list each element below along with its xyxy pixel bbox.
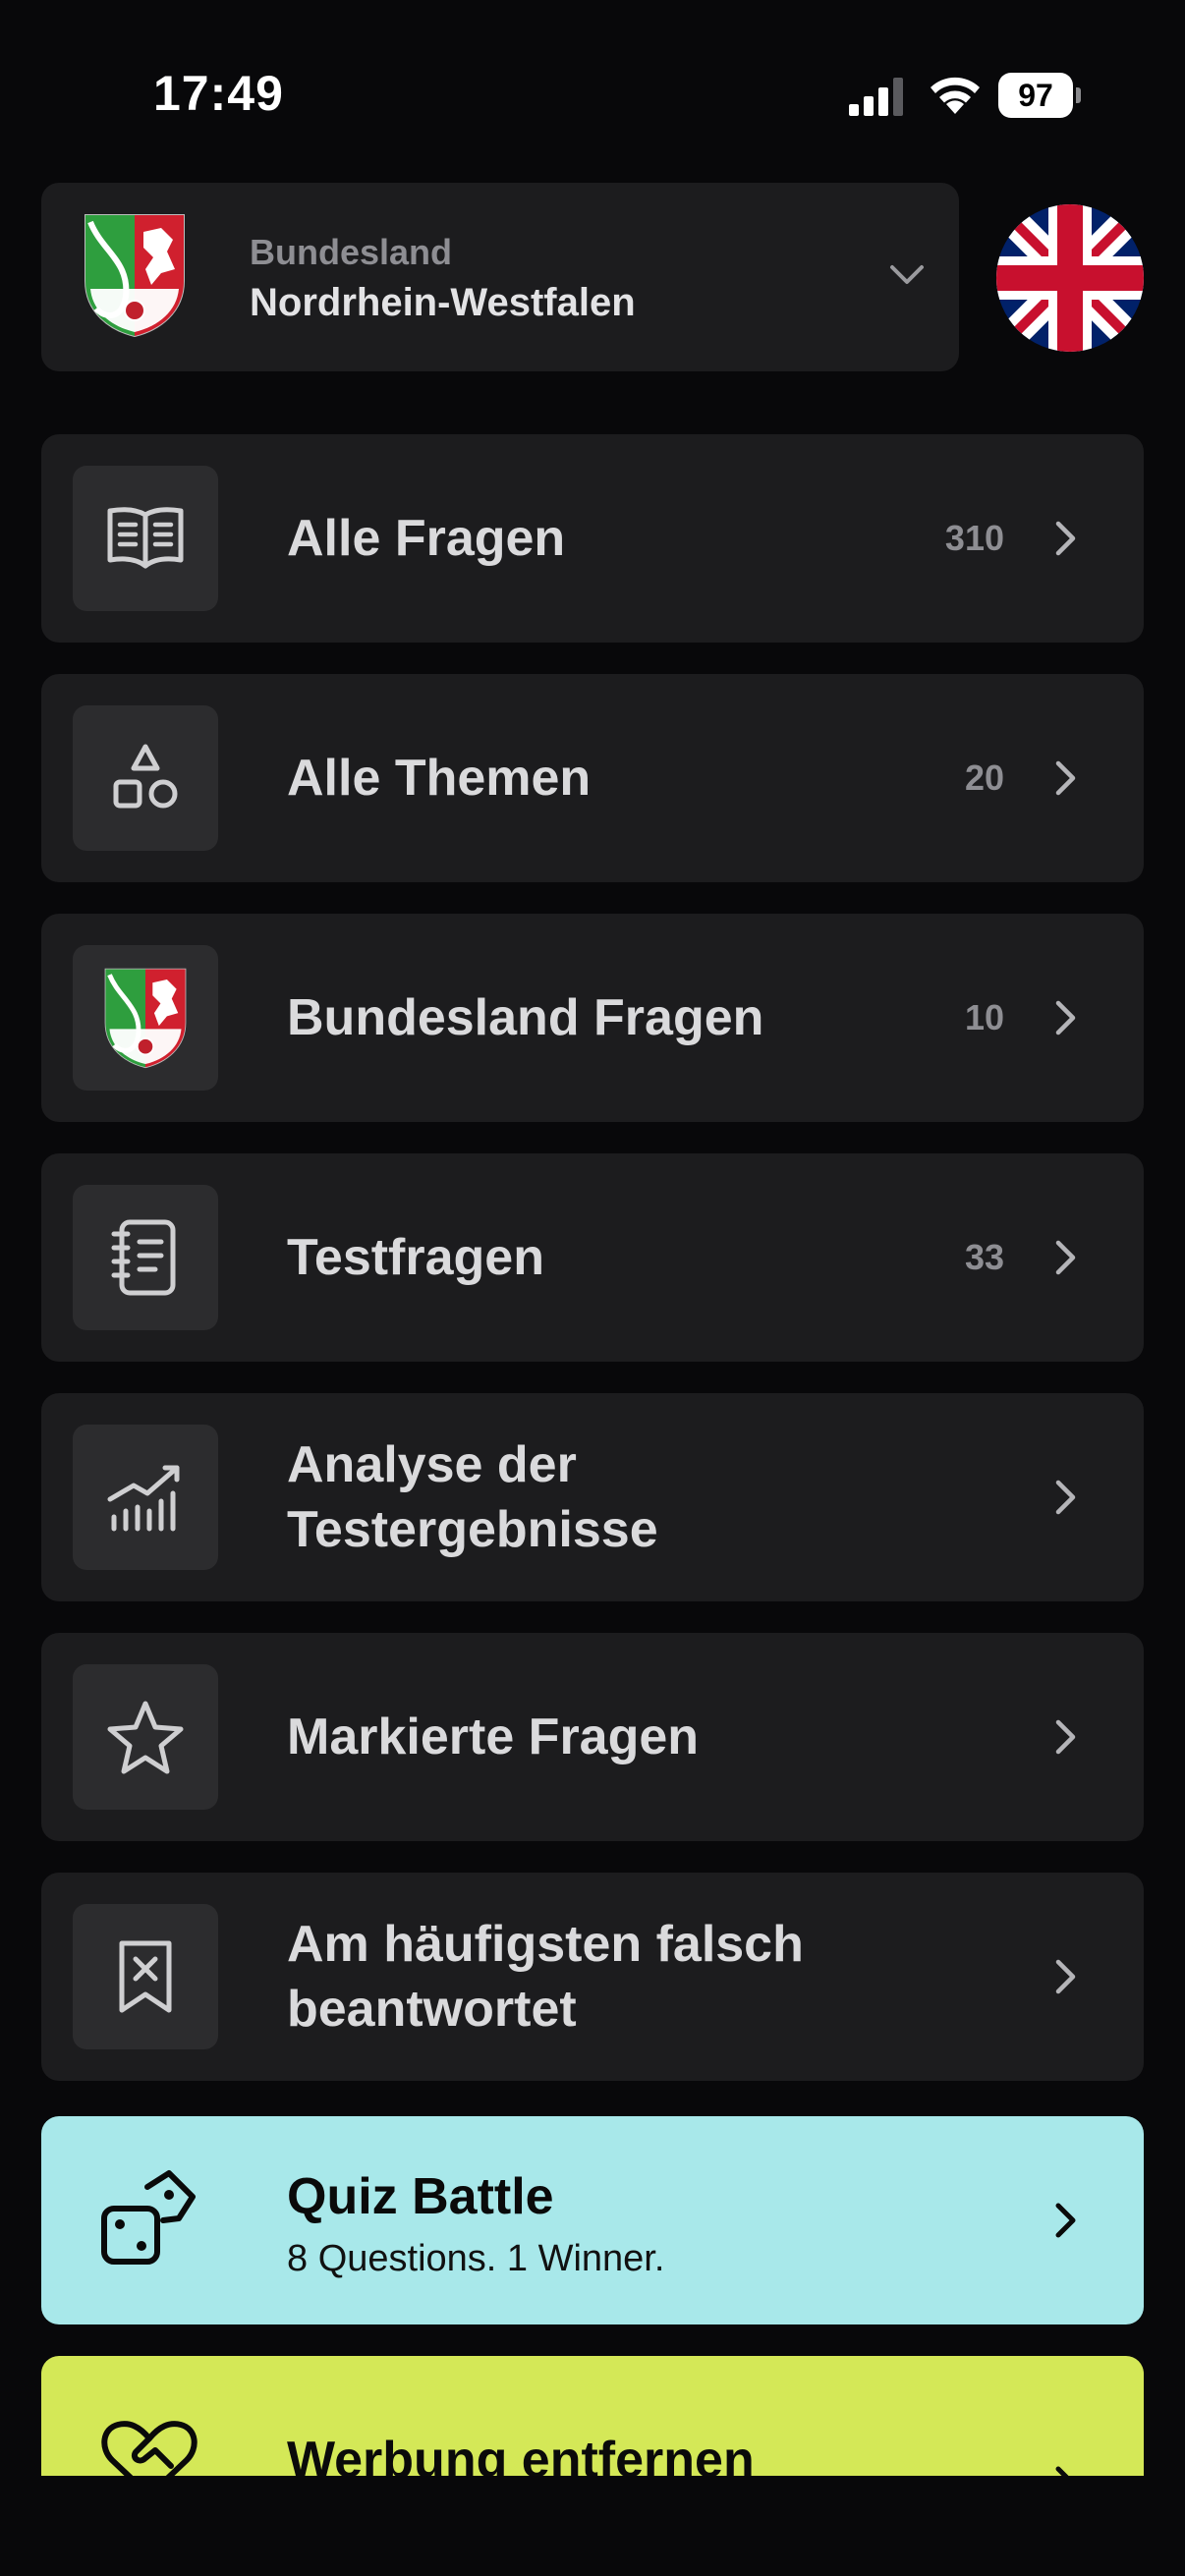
cellular-signal-icon bbox=[849, 78, 903, 116]
menu-item-alle-fragen[interactable]: Alle Fragen 310 bbox=[41, 434, 1144, 643]
card-title-line1: Testfragen bbox=[287, 1229, 544, 1286]
card-title-line1: Analyse der bbox=[287, 1436, 577, 1493]
nrw-coat-of-arms-icon bbox=[85, 214, 185, 338]
card-icon-box bbox=[73, 705, 218, 851]
card-icon-box bbox=[73, 945, 218, 1091]
battery-level: 97 bbox=[998, 73, 1073, 118]
chevron-down-icon bbox=[890, 265, 924, 284]
battery-indicator: 97 bbox=[998, 73, 1081, 118]
chevron-right-icon bbox=[1055, 1959, 1076, 1994]
state-label: Bundesland bbox=[250, 232, 453, 272]
card-title-line1: Bundesland Fragen bbox=[287, 989, 764, 1046]
chevron-right-icon bbox=[1055, 1480, 1076, 1515]
card-title: Bundesland Fragen bbox=[287, 914, 916, 1122]
card-title-line1: Am häufigsten falsch bbox=[287, 1916, 804, 1973]
card-title: Testfragen bbox=[287, 1153, 916, 1362]
card-title-line2: beantwortet bbox=[287, 1981, 577, 2038]
topic-count: 20 bbox=[964, 757, 1004, 798]
quiz-battle-subtitle: 8 Questions. 1 Winner. bbox=[287, 2238, 665, 2279]
card-title-line2: Testergebnisse bbox=[287, 1501, 658, 1558]
state-value: Nordrhein-Westfalen bbox=[250, 281, 636, 324]
chevron-right-icon bbox=[1055, 521, 1076, 556]
card-title-line1: Alle Themen bbox=[287, 750, 592, 807]
uk-flag-icon bbox=[996, 204, 1144, 352]
chevron-right-icon bbox=[1055, 1240, 1076, 1275]
menu-item-markierte-fragen[interactable]: Markierte Fragen bbox=[41, 1633, 1144, 1841]
card-title: Analyse der Testergebnisse bbox=[287, 1393, 916, 1601]
card-title: Alle Themen bbox=[287, 674, 916, 882]
shapes-icon bbox=[113, 744, 178, 809]
card-title: Am häufigsten falsch beantwortet bbox=[287, 1873, 916, 2081]
star-icon bbox=[107, 1701, 184, 1774]
battery-tip bbox=[1076, 87, 1081, 103]
menu-item-testfragen[interactable]: Testfragen 33 bbox=[41, 1153, 1144, 1362]
language-button[interactable] bbox=[996, 204, 1144, 352]
nrw-coat-of-arms-icon bbox=[104, 968, 187, 1069]
card-title: Alle Fragen bbox=[287, 434, 916, 643]
quiz-battle-title: Quiz Battle bbox=[287, 2168, 554, 2225]
chevron-right-icon bbox=[1055, 760, 1076, 796]
chevron-right-icon bbox=[1055, 1000, 1076, 1036]
chart-growth-icon bbox=[107, 1465, 180, 1532]
menu-item-alle-themen[interactable]: Alle Themen 20 bbox=[41, 674, 1144, 882]
chevron-right-icon bbox=[1055, 2203, 1076, 2238]
status-bar: 17:49 97 bbox=[0, 0, 1185, 177]
dice-icon bbox=[101, 2170, 196, 2265]
card-icon-box bbox=[73, 1904, 218, 2049]
notebook-icon bbox=[111, 1219, 176, 1296]
bookmark-x-icon bbox=[119, 1940, 172, 2013]
quiz-battle-card[interactable]: Quiz Battle 8 Questions. 1 Winner. bbox=[41, 2116, 1144, 2324]
card-icon-box bbox=[73, 466, 218, 611]
chevron-right-icon bbox=[1055, 1719, 1076, 1755]
card-icon-box bbox=[73, 1425, 218, 1570]
test-count: 33 bbox=[964, 1237, 1004, 1277]
open-book-icon bbox=[107, 507, 184, 569]
card-icon-box bbox=[73, 1664, 218, 1810]
menu-item-analyse[interactable]: Analyse der Testergebnisse bbox=[41, 1393, 1144, 1601]
menu-item-bundesland-fragen[interactable]: Bundesland Fragen 10 bbox=[41, 914, 1144, 1122]
question-count: 310 bbox=[944, 518, 1004, 558]
card-icon-box bbox=[73, 1185, 218, 1330]
wifi-icon bbox=[931, 77, 980, 114]
status-time: 17:49 bbox=[153, 66, 284, 121]
card-title-line1: Markierte Fragen bbox=[287, 1708, 700, 1765]
card-title: Markierte Fragen bbox=[287, 1633, 916, 1841]
question-count: 10 bbox=[964, 997, 1004, 1037]
home-screen: 17:49 97 Bundesland Nordrhein-Westfalen … bbox=[0, 0, 1185, 2576]
bottom-safe-area bbox=[0, 2476, 1185, 2576]
card-title-line1: Alle Fragen bbox=[287, 510, 566, 567]
menu-item-haeufig-falsch[interactable]: Am häufigsten falsch beantwortet bbox=[41, 1873, 1144, 2081]
state-selector[interactable]: Bundesland Nordrhein-Westfalen bbox=[41, 183, 959, 371]
